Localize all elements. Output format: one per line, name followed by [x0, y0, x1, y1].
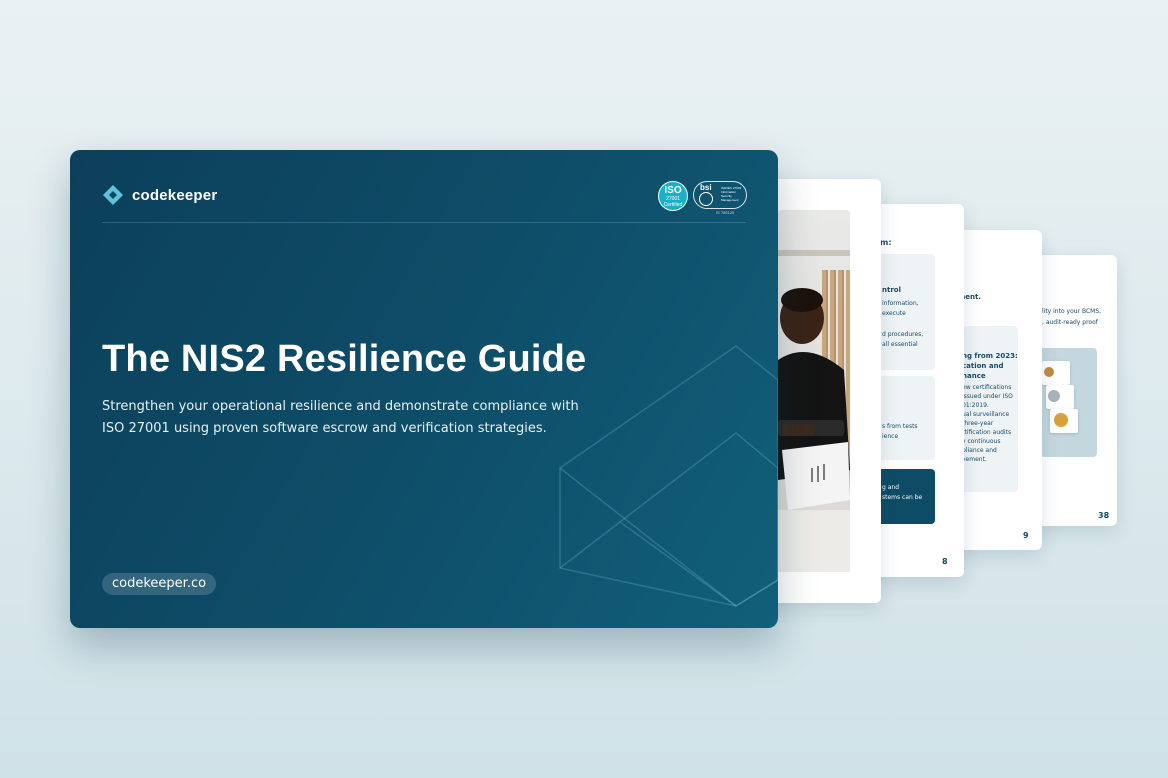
bsi-label: bsi	[700, 183, 712, 192]
page-number: 38	[1098, 511, 1110, 520]
page-text: ience	[882, 433, 899, 440]
page-text: ng from 2023:	[962, 352, 1018, 360]
page-text: rtification audits	[962, 429, 1012, 436]
guide-title: The NIS2 Resilience Guide	[102, 338, 587, 380]
page-text: ntrol	[882, 286, 901, 294]
guide-subtitle: Strengthen your operational resilience a…	[102, 399, 579, 436]
page-number: 9	[1023, 531, 1029, 540]
certificate-number: IS 785125	[716, 210, 735, 215]
brand-name: codekeeper	[132, 186, 218, 204]
page-text: , audit-ready proof	[1042, 319, 1098, 326]
page-text: all essential	[882, 341, 918, 348]
bsi-detail: ISO/IEC 27001 Information Security Manag…	[721, 186, 742, 202]
page-text: 01:2019.	[962, 402, 989, 409]
page-text: cation and	[962, 362, 1004, 370]
bsi-mark-icon	[699, 192, 713, 206]
page-text: three-year	[962, 420, 994, 427]
page-text: ew certifications	[962, 384, 1012, 391]
person-photo	[778, 210, 850, 572]
iso-badge-label: ISO	[664, 185, 682, 196]
codekeeper-logo-icon	[103, 185, 123, 205]
page-text: s from tests	[882, 423, 918, 430]
certificate-stack	[1040, 355, 1080, 455]
page-text: g and	[882, 484, 900, 491]
guide-cover: codekeeper ISO 27001 Certified bsi ISO/I…	[70, 150, 778, 628]
page-text: vement.	[962, 456, 987, 463]
page-content-box	[874, 376, 935, 460]
page-number: 8	[942, 557, 948, 566]
brand-logo: codekeeper	[102, 184, 217, 206]
page-text: nance	[962, 372, 986, 380]
page-text: pliance and	[962, 447, 997, 454]
bsi-certification-badge: bsi ISO/IEC 27001 Information Security M…	[693, 181, 747, 209]
website-link[interactable]: codekeeper.co	[102, 573, 217, 595]
page-text: d procedures,	[882, 331, 924, 338]
page-text: stems can be	[882, 494, 923, 501]
page-text: issued under ISO	[962, 393, 1013, 400]
page-text: execute	[882, 310, 906, 317]
page-text: lity into your BCMS,	[1042, 308, 1102, 315]
page-text: m:	[880, 238, 892, 247]
iso-badge-status: Certified	[663, 202, 683, 208]
page-text: y continuous	[962, 438, 1001, 445]
page-text: ual surveillance	[962, 411, 1010, 418]
iso-certified-badge: ISO 27001 Certified	[658, 181, 688, 211]
page-text: information,	[882, 300, 919, 307]
header-divider	[102, 222, 746, 223]
